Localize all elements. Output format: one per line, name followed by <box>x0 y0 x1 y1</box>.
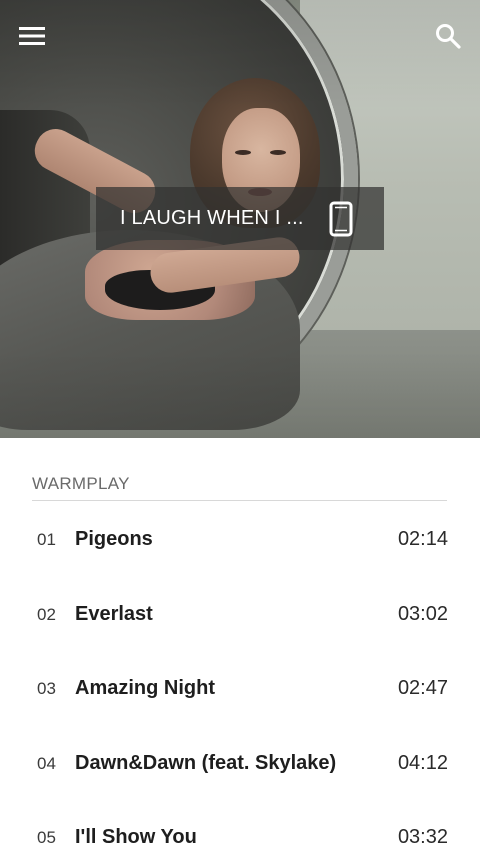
track-row[interactable]: 03 Amazing Night 02:47 <box>0 651 480 726</box>
search-icon <box>436 24 461 49</box>
track-title: Pigeons <box>75 528 153 550</box>
track-number: 04 <box>37 753 56 773</box>
track-number: 02 <box>37 604 56 624</box>
track-title: Everlast <box>75 602 153 625</box>
album-art: I LAUGH WHEN I ... <box>0 0 480 438</box>
album-name: WARMPLAY <box>32 474 130 493</box>
track-duration: 02:47 <box>397 677 448 699</box>
music-player-screen: I LAUGH WHEN I ... WARMPLAY 01 Pigeons 0… <box>0 0 480 854</box>
now-playing-bar[interactable]: I LAUGH WHEN I ... <box>96 187 384 250</box>
track-duration: 03:32 <box>397 826 448 848</box>
smartphone-icon <box>329 201 353 237</box>
device-button[interactable] <box>328 201 354 237</box>
track-number: 01 <box>37 530 56 549</box>
track-row[interactable]: 01 Pigeons 02:14 <box>0 502 480 577</box>
album-header: WARMPLAY <box>32 470 447 501</box>
track-list: 01 Pigeons 02:14 02 Everlast 03:02 03 Am… <box>0 502 480 854</box>
search-button[interactable] <box>428 16 468 56</box>
now-playing-title: I LAUGH WHEN I ... <box>120 207 304 229</box>
track-duration: 04:12 <box>397 751 448 774</box>
track-row[interactable]: 04 Dawn&Dawn (feat. Skylake) 04:12 <box>0 726 480 801</box>
track-duration: 02:14 <box>397 528 448 550</box>
menu-button[interactable] <box>12 16 52 56</box>
track-title: Amazing Night <box>75 677 215 699</box>
track-number: 05 <box>37 828 56 847</box>
track-duration: 03:02 <box>397 602 448 625</box>
hamburger-menu-icon <box>19 27 45 45</box>
track-row[interactable]: 02 Everlast 03:02 <box>0 577 480 652</box>
track-title: Dawn&Dawn (feat. Skylake) <box>75 751 337 774</box>
track-title: I'll Show You <box>75 826 197 848</box>
track-row[interactable]: 05 I'll Show You 03:32 <box>0 800 480 854</box>
track-number: 03 <box>37 679 56 698</box>
